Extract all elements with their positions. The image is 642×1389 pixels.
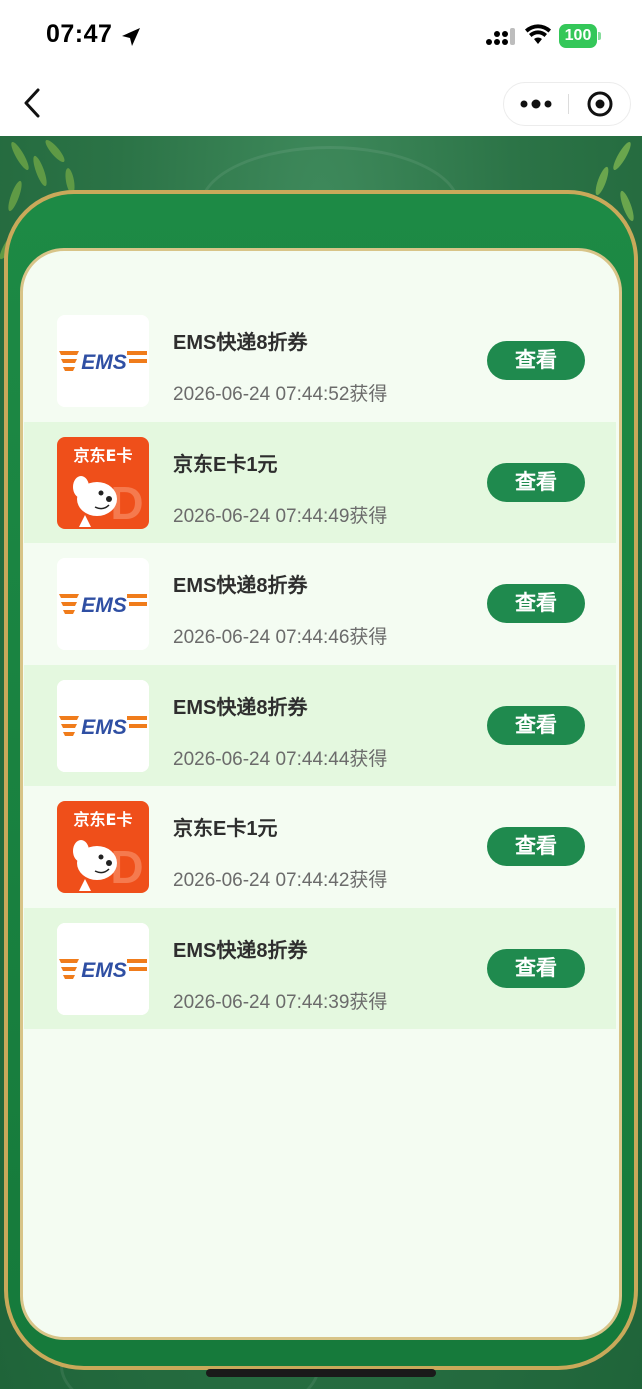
item-title: 京东E卡1元 [173, 453, 278, 476]
home-indicator [206, 1369, 436, 1377]
ems-logo-icon: EMS [57, 558, 149, 650]
location-arrow-icon [122, 28, 140, 46]
ems-logo-icon: EMS [57, 315, 149, 407]
battery-level: 100 [564, 27, 592, 44]
list-item: 京东E卡 D 京东E卡1元 2026-06-24 07:44:49获得 查看 [24, 421, 616, 543]
item-date: 2026-06-24 07:44:46获得 [173, 627, 388, 648]
svg-text:EMS: EMS [81, 594, 127, 617]
svg-text:京东E卡: 京东E卡 [74, 446, 133, 465]
jd-ecard-icon: 京东E卡 D [57, 436, 149, 529]
list-item: EMS EMS快递8折券 2026-06-24 07:44:52获得 查看 [24, 300, 616, 422]
more-options-icon[interactable] [504, 83, 568, 125]
item-title: 京东E卡1元 [173, 818, 278, 840]
item-date: 2026-06-24 07:44:52获得 [173, 384, 388, 405]
svg-text:EMS: EMS [81, 959, 127, 982]
battery-indicator: 100 [559, 24, 601, 48]
item-title: EMS快递8折券 [173, 696, 308, 719]
status-bar: 07:47 100 [0, 0, 642, 70]
view-button[interactable]: 查看 [487, 705, 585, 745]
item-date: 2026-06-24 07:44:44获得 [173, 748, 388, 770]
close-miniprogram-icon[interactable] [569, 83, 631, 125]
list-item: EMS EMS快递8折券 2026-06-24 07:44:46获得 查看 [24, 543, 616, 665]
item-date: 2026-06-24 07:44:49获得 [173, 505, 388, 527]
miniprogram-capsule [503, 82, 631, 126]
wifi-icon [525, 24, 551, 44]
list-item: EMS EMS快递8折券 2026-06-24 07:44:44获得 查看 [24, 664, 616, 786]
item-date: 2026-06-24 07:44:42获得 [173, 870, 388, 891]
item-title: EMS快递8折券 [173, 575, 308, 597]
cellular-signal-icon [486, 28, 515, 45]
nav-bar [0, 70, 642, 136]
item-title: EMS快递8折券 [173, 332, 308, 354]
back-chevron-icon[interactable] [20, 86, 44, 120]
svg-text:京东E卡: 京东E卡 [74, 810, 133, 829]
status-time: 07:47 [46, 20, 113, 48]
list-item: 京东E卡 D 京东E卡1元 2026-06-24 07:44:42获得 查看 [24, 786, 616, 908]
view-button[interactable]: 查看 [487, 584, 585, 623]
ems-logo-icon: EMS [57, 679, 149, 772]
ems-logo-icon: EMS [57, 922, 149, 1015]
item-date: 2026-06-24 07:44:39获得 [173, 991, 388, 1013]
item-title: EMS快递8折券 [173, 939, 308, 962]
list-item: EMS EMS快递8折券 2026-06-24 07:44:39获得 查看 [24, 907, 616, 1029]
jd-ecard-icon: 京东E卡 D [57, 801, 149, 893]
view-button[interactable]: 查看 [487, 827, 585, 866]
svg-text:EMS: EMS [81, 716, 127, 739]
svg-text:EMS: EMS [81, 351, 127, 374]
view-button[interactable]: 查看 [487, 948, 585, 988]
reward-list: EMS EMS快递8折券 2026-06-24 07:44:52获得 查看 京东… [24, 300, 616, 1029]
view-button[interactable]: 查看 [487, 341, 585, 380]
view-button[interactable]: 查看 [487, 462, 585, 502]
